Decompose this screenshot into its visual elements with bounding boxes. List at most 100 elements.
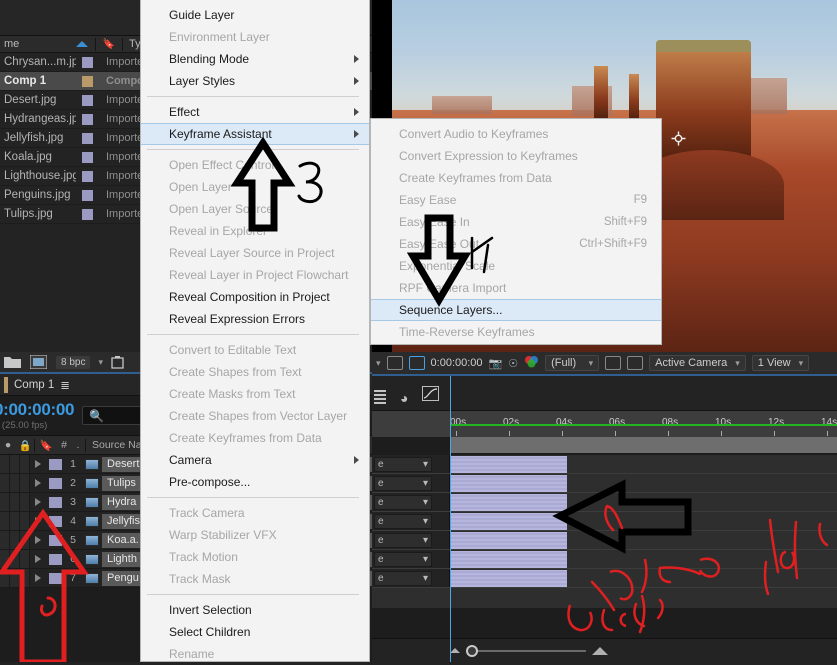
tag-icon[interactable]: 🔖 xyxy=(35,439,57,452)
layer-solo-toggle[interactable] xyxy=(20,455,30,473)
timeline-track-row[interactable]: e ▾ xyxy=(372,493,837,512)
layer-label-color[interactable] xyxy=(46,569,64,587)
layer-video-toggle[interactable] xyxy=(0,474,10,492)
layer-solo-toggle[interactable] xyxy=(20,531,30,549)
context-menu-item[interactable]: Pre-compose... xyxy=(141,471,369,493)
layer-audio-toggle[interactable] xyxy=(10,474,20,492)
work-area-bar[interactable] xyxy=(450,437,837,453)
bit-depth-button[interactable]: 8 bpc xyxy=(56,355,91,369)
timeline-track-row[interactable]: e ▾ xyxy=(372,569,837,588)
layer-audio-toggle[interactable] xyxy=(10,550,20,568)
layer-solo-toggle[interactable] xyxy=(20,474,30,492)
chevron-down-icon[interactable]: ▾ xyxy=(376,358,381,369)
view-layout-dropdown[interactable]: 1 View ▾ xyxy=(751,355,810,371)
film-strip-icon[interactable] xyxy=(374,390,386,404)
context-menu-item[interactable]: Reveal Composition in Project xyxy=(141,286,369,308)
mountain-large-icon[interactable] xyxy=(592,646,608,655)
layer-number-column[interactable]: # xyxy=(57,439,71,451)
layer-expand-triangle[interactable] xyxy=(30,493,46,511)
layer-audio-toggle[interactable] xyxy=(10,531,20,549)
layer-video-toggle[interactable] xyxy=(0,569,10,587)
chevron-down-icon[interactable]: ▾ xyxy=(98,357,103,368)
blend-mode-dropdown[interactable]: e ▾ xyxy=(374,456,432,472)
timeline-track-row[interactable]: e ▾ xyxy=(372,512,837,531)
shy-layers-icon[interactable]: ◕ xyxy=(400,390,408,406)
layer-expand-triangle[interactable] xyxy=(30,455,46,473)
context-menu-item[interactable]: Effect xyxy=(141,101,369,123)
context-menu-item[interactable]: Select Children xyxy=(141,621,369,643)
project-column-name[interactable]: me xyxy=(0,38,76,50)
layer-duration-bar[interactable] xyxy=(450,570,567,587)
layer-label-color[interactable] xyxy=(46,512,64,530)
new-folder-icon[interactable] xyxy=(4,355,22,370)
trash-icon[interactable] xyxy=(111,355,129,370)
current-timecode[interactable]: 0:00:00:00 xyxy=(0,400,74,420)
layer-solo-toggle[interactable] xyxy=(20,512,30,530)
context-menu-item[interactable]: Blending Mode xyxy=(141,48,369,70)
region-of-interest-toggle-icon[interactable] xyxy=(605,356,622,370)
context-menu-item[interactable]: Reveal Expression Errors xyxy=(141,308,369,330)
layer-label-color[interactable] xyxy=(46,474,64,492)
zoom-slider-knob[interactable] xyxy=(466,644,478,657)
layer-expand-triangle[interactable] xyxy=(30,569,46,587)
layer-label-color[interactable] xyxy=(46,493,64,511)
layer-expand-triangle[interactable] xyxy=(30,550,46,568)
blend-mode-dropdown[interactable]: e ▾ xyxy=(374,551,432,567)
region-of-interest-icon[interactable] xyxy=(386,356,403,370)
timeline-zoom-slider[interactable] xyxy=(466,644,586,657)
show-snapshot-icon[interactable]: ☉ xyxy=(508,357,518,370)
layer-duration-bar[interactable] xyxy=(450,532,567,549)
project-settings-icon[interactable] xyxy=(29,354,48,370)
layer-solo-toggle[interactable] xyxy=(20,569,30,587)
camera-view-dropdown[interactable]: Active Camera ▾ xyxy=(649,355,746,371)
playhead[interactable] xyxy=(445,314,456,662)
timeline-track-row[interactable]: e ▾ xyxy=(372,531,837,550)
layer-audio-toggle[interactable] xyxy=(10,493,20,511)
layer-expand-triangle[interactable] xyxy=(30,474,46,492)
mountain-small-icon[interactable] xyxy=(450,648,460,653)
graph-editor-icon[interactable] xyxy=(422,386,440,406)
layer-duration-bar[interactable] xyxy=(450,456,567,473)
submenu-item[interactable]: Sequence Layers... xyxy=(371,299,661,321)
anchor-point-icon[interactable] xyxy=(671,131,686,146)
timeline-track-row[interactable]: e ▾ xyxy=(372,550,837,569)
keyframe-assistant-submenu[interactable]: Convert Audio to Keyframes Convert Expres… xyxy=(370,118,662,345)
layer-duration-bar[interactable] xyxy=(450,551,567,568)
layer-label-color[interactable] xyxy=(46,455,64,473)
hamburger-icon[interactable]: ≣ xyxy=(60,378,70,392)
context-menu-item[interactable]: Invert Selection xyxy=(141,599,369,621)
blend-mode-dropdown[interactable]: e ▾ xyxy=(374,570,432,586)
timeline-track-row[interactable]: e ▾ xyxy=(372,474,837,493)
context-menu-item[interactable]: Layer Styles xyxy=(141,70,369,92)
layer-label-color[interactable] xyxy=(46,531,64,549)
snapshot-camera-icon[interactable]: 📷 xyxy=(489,357,503,370)
layer-solo-toggle[interactable] xyxy=(20,550,30,568)
layer-duration-bar[interactable] xyxy=(450,513,567,530)
context-menu-item[interactable]: Guide Layer xyxy=(141,4,369,26)
layer-context-menu[interactable]: Guide Layer Environment Layer Blending Mod… xyxy=(140,0,370,662)
layer-video-toggle[interactable] xyxy=(0,531,10,549)
layer-video-toggle[interactable] xyxy=(0,455,10,473)
timeline-track-row[interactable]: e ▾ xyxy=(372,455,837,474)
context-menu-item[interactable]: Keyframe Assistant xyxy=(141,123,369,145)
layer-solo-toggle[interactable] xyxy=(20,493,30,511)
blend-mode-dropdown[interactable]: e ▾ xyxy=(374,494,432,510)
sort-ascending-icon[interactable] xyxy=(76,41,88,47)
toggle-transparency-grid-icon[interactable] xyxy=(627,356,644,370)
layer-audio-toggle[interactable] xyxy=(10,512,20,530)
color-channels-icon[interactable] xyxy=(524,355,539,371)
context-menu-item[interactable]: Camera xyxy=(141,449,369,471)
layer-audio-toggle[interactable] xyxy=(10,569,20,587)
layer-video-toggle[interactable] xyxy=(0,512,10,530)
tag-icon[interactable]: 🔖 xyxy=(96,39,122,50)
layer-duration-bar[interactable] xyxy=(450,494,567,511)
resolution-dropdown[interactable]: (Full) ▾ xyxy=(545,355,600,371)
lock-icon[interactable]: 🔒 xyxy=(16,439,34,452)
layer-audio-toggle[interactable] xyxy=(10,455,20,473)
blend-mode-dropdown[interactable]: e ▾ xyxy=(374,513,432,529)
blend-mode-dropdown[interactable]: e ▾ xyxy=(374,532,432,548)
blend-mode-dropdown[interactable]: e ▾ xyxy=(374,475,432,491)
viewer-timecode[interactable]: 0:00:00:00 xyxy=(431,357,483,369)
layer-expand-triangle[interactable] xyxy=(30,512,46,530)
layer-label-color[interactable] xyxy=(46,550,64,568)
